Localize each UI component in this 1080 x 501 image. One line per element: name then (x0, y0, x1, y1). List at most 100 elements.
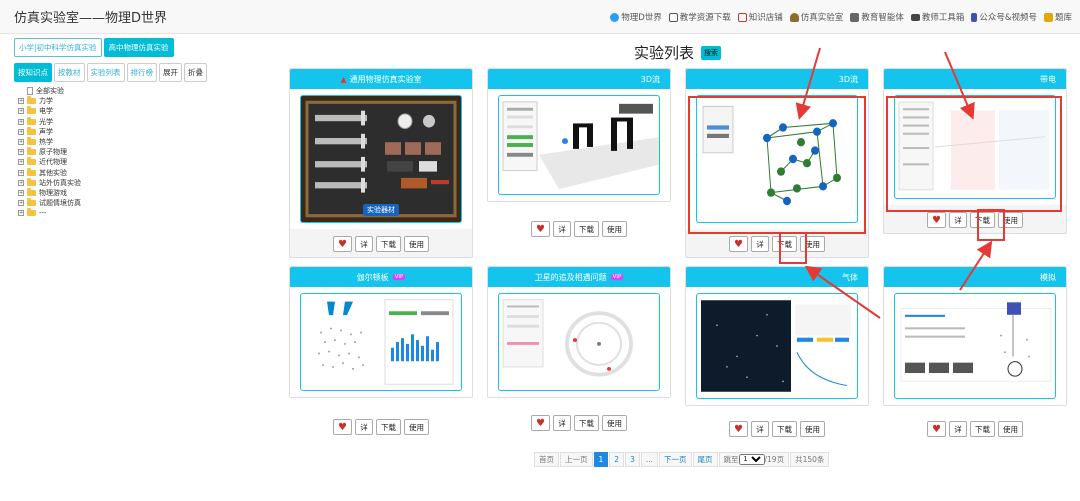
expand-toggle-icon[interactable]: + (18, 139, 24, 146)
download-button[interactable]: 下载 (573, 221, 599, 237)
nav-item-toolbox[interactable]: 教师工具箱 (910, 11, 964, 23)
first-page-link[interactable]: 首页 (534, 452, 559, 467)
tree-item-more[interactable]: + --- (18, 208, 234, 218)
filter-experiment-list[interactable]: 实验列表 (86, 63, 125, 82)
page-link-3[interactable]: 3 (625, 452, 640, 467)
favorite-button[interactable]: ♥ (531, 221, 550, 237)
tree-item-all[interactable]: 全部实验 (18, 86, 234, 96)
download-button[interactable]: 下载 (969, 212, 995, 228)
last-page-link[interactable]: 尾页 (692, 452, 718, 467)
card-thumbnail[interactable]: 实验器材 (300, 95, 462, 223)
filter-by-textbook[interactable]: 按教材 (54, 63, 85, 82)
use-button[interactable]: 使用 (997, 212, 1023, 228)
download-button[interactable]: 下载 (375, 236, 401, 252)
card-thumbnail[interactable] (498, 293, 660, 391)
favorite-button[interactable]: ♥ (333, 419, 352, 435)
nav-item-lab[interactable]: 仿真实验室 (789, 11, 843, 23)
collapse-button[interactable]: 折叠 (184, 63, 207, 82)
card-thumbnail[interactable] (300, 293, 462, 391)
next-page-link[interactable]: 下一页 (659, 452, 692, 467)
expand-toggle-icon[interactable]: + (18, 210, 24, 217)
filter-ranking[interactable]: 排行榜 (126, 63, 157, 82)
expand-toggle-icon[interactable]: + (18, 128, 24, 135)
card-header[interactable]: 伽尔顿板 VIP (290, 267, 472, 287)
nav-item-physics-world[interactable]: 物理D世界 (610, 11, 662, 23)
detail-button[interactable]: 详 (552, 415, 571, 431)
download-button[interactable]: 下载 (375, 419, 401, 435)
nav-item-agent[interactable]: 教育智能体 (850, 11, 904, 23)
page-link-2[interactable]: 2 (609, 452, 625, 467)
tree-item-games[interactable]: + 物理游戏 (18, 187, 234, 198)
favorite-button[interactable]: ♥ (333, 236, 352, 252)
tree-item-thermal[interactable]: + 热学 (18, 137, 234, 147)
favorite-button[interactable]: ♥ (531, 415, 550, 431)
card-header[interactable]: 气体 (686, 267, 868, 287)
tree-item-optics[interactable]: + 光学 (18, 116, 234, 127)
favorite-button[interactable]: ♥ (927, 212, 946, 228)
expand-toggle-icon[interactable]: + (18, 179, 24, 186)
card-thumbnail[interactable] (696, 293, 858, 399)
card-thumbnail[interactable] (894, 95, 1056, 199)
tree-item-electricity[interactable]: + 电学 (18, 106, 234, 116)
use-button[interactable]: 使用 (403, 419, 429, 435)
page-jump-select[interactable]: 1 (738, 454, 765, 465)
card-header[interactable]: 模拟 (884, 267, 1066, 287)
expand-toggle-icon[interactable]: + (18, 200, 24, 207)
use-button[interactable]: 使用 (997, 421, 1023, 437)
tree-item-mechanics[interactable]: + 力学 (18, 96, 234, 106)
detail-button[interactable]: 详 (354, 419, 373, 435)
tree-item-other[interactable]: + 其他实验 (18, 167, 234, 178)
detail-button[interactable]: 详 (354, 236, 373, 252)
detail-button[interactable]: 详 (750, 421, 769, 437)
nav-item-resources[interactable]: 教学资源下载 (668, 11, 731, 23)
expand-toggle-icon[interactable]: + (18, 189, 24, 196)
tree-item-atomic[interactable]: + 原子物理 (18, 147, 234, 157)
page-link-1[interactable]: 1 (593, 452, 609, 467)
download-button[interactable]: 下载 (969, 421, 995, 437)
nav-item-question-bank[interactable]: 题库 (1043, 11, 1072, 23)
tree-item-question-sim[interactable]: + 试题情境仿真 (18, 198, 234, 208)
favorite-button[interactable]: ♥ (729, 421, 748, 437)
card-header[interactable]: 3D流 (488, 69, 670, 89)
filter-by-knowledge[interactable]: 按知识点 (14, 63, 52, 82)
tree-item-external[interactable]: + 站外仿真实验 (18, 177, 234, 188)
site-brand[interactable]: 仿真实验室——物理D世界 (14, 7, 167, 26)
detail-button[interactable]: 详 (948, 212, 967, 228)
use-button[interactable]: 使用 (799, 236, 825, 252)
tree-item-modern[interactable]: + 近代物理 (18, 157, 234, 167)
tab-primary-middle[interactable]: 小学|初中科学仿真实验 (14, 38, 102, 57)
card-thumbnail[interactable] (498, 95, 660, 195)
use-button[interactable]: 使用 (601, 221, 627, 237)
download-button[interactable]: 下载 (573, 415, 599, 431)
favorite-button[interactable]: ♥ (927, 421, 946, 437)
tab-high-school[interactable]: 高中物理仿真实验 (103, 38, 174, 57)
detail-button[interactable]: 详 (552, 221, 571, 237)
expand-toggle-icon[interactable]: + (18, 118, 24, 125)
prev-page-link[interactable]: 上一页 (560, 452, 593, 467)
card-header[interactable]: 带电 (884, 69, 1066, 89)
use-button[interactable]: 使用 (799, 421, 825, 437)
expand-toggle-icon[interactable]: + (18, 98, 24, 105)
download-button[interactable]: 下载 (771, 236, 797, 252)
detail-button[interactable]: 详 (750, 236, 769, 252)
nav-item-wechat[interactable]: 公众号&视频号 (971, 11, 1037, 23)
expand-button[interactable]: 展开 (159, 63, 182, 82)
download-button[interactable]: 下载 (771, 421, 797, 437)
card-thumbnail[interactable] (894, 293, 1056, 399)
use-button[interactable]: 使用 (403, 236, 429, 252)
detail-button[interactable]: 详 (948, 421, 967, 437)
nav-item-shop[interactable]: 知识店铺 (737, 11, 783, 23)
tree-item-acoustics[interactable]: + 声学 (18, 126, 234, 137)
favorite-button[interactable]: ♥ (729, 236, 748, 252)
search-button[interactable]: 搜索 (701, 46, 721, 60)
card-header[interactable]: 3D流 (686, 69, 868, 89)
use-button[interactable]: 使用 (601, 415, 627, 431)
expand-toggle-icon[interactable]: + (18, 169, 24, 176)
card-thumbnail[interactable] (696, 95, 858, 223)
expand-toggle-icon[interactable]: + (18, 149, 24, 156)
crystal-lattice-image (702, 105, 841, 206)
card-header[interactable]: ▲ 通用物理仿真实验室 (290, 69, 472, 89)
card-header[interactable]: 卫星的追及相遇问题 VIP (488, 267, 670, 287)
expand-toggle-icon[interactable]: + (18, 108, 24, 115)
expand-toggle-icon[interactable]: + (18, 159, 24, 166)
